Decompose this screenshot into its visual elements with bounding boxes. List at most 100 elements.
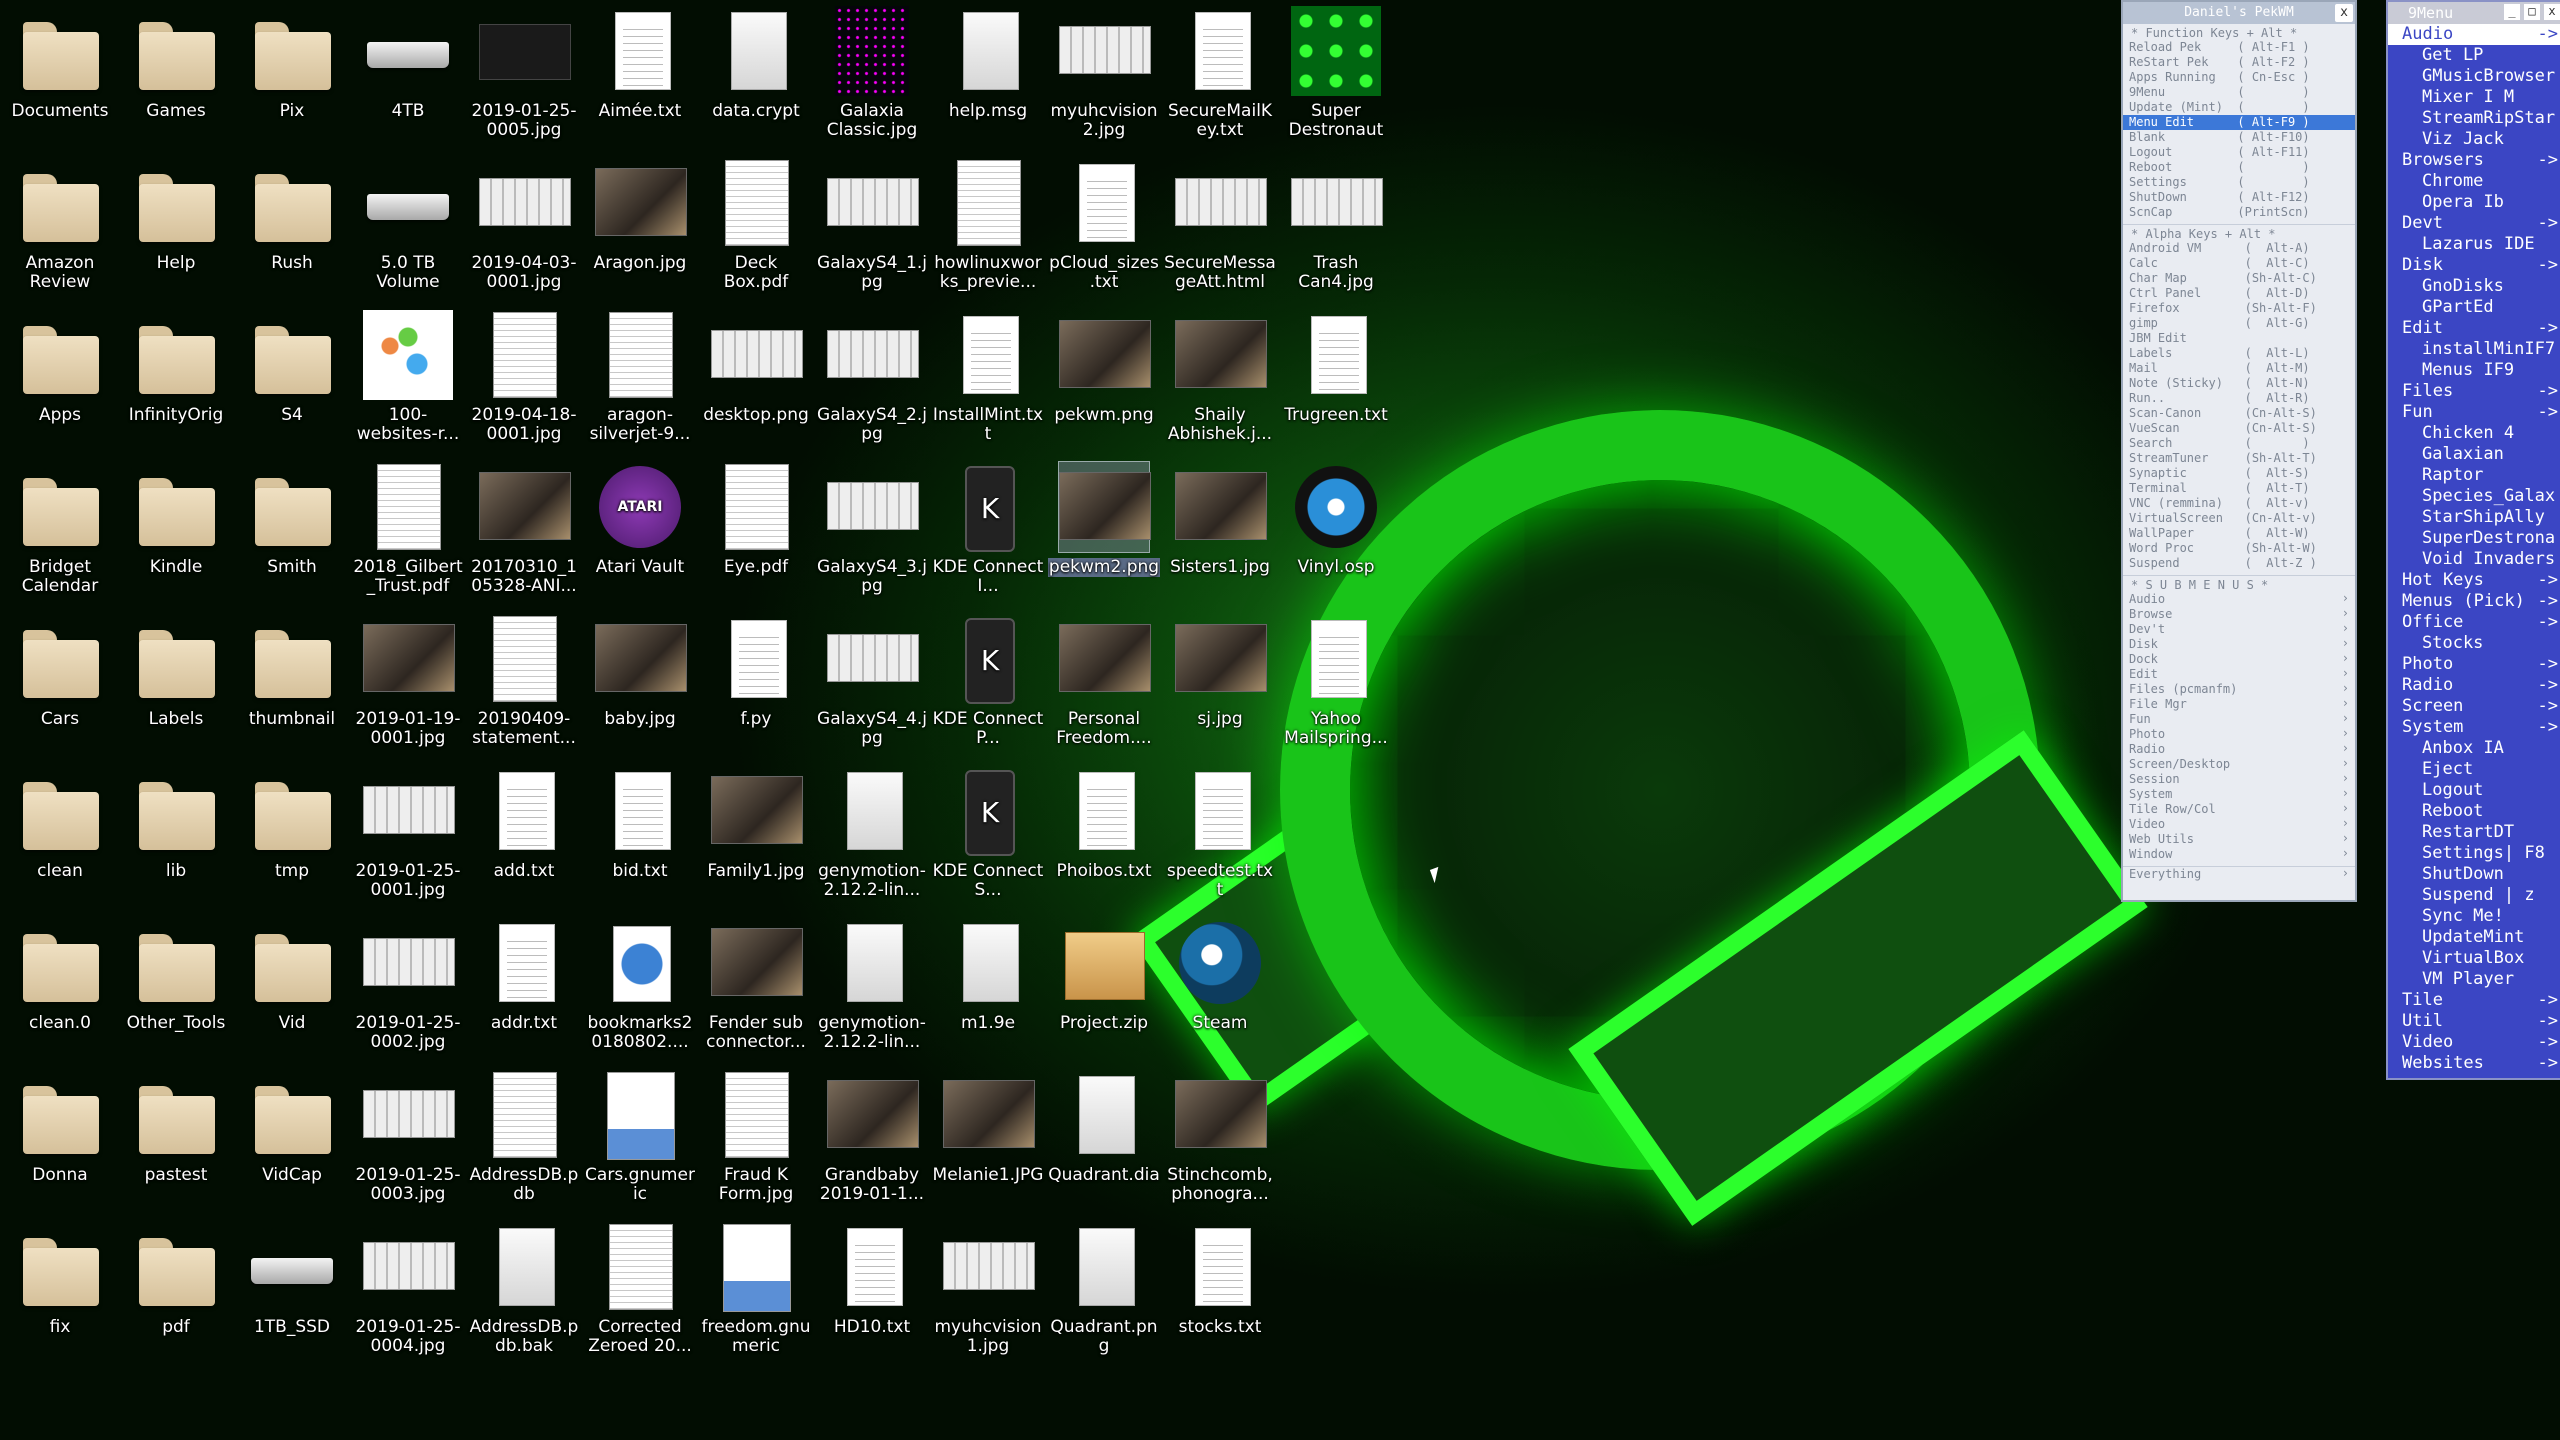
desktop-icon[interactable]: bid.txt <box>584 766 696 881</box>
maximize-icon[interactable]: □ <box>2524 4 2540 20</box>
desktop-icon[interactable]: Games <box>120 6 232 121</box>
nine-menu[interactable]: 9Menu _ □ x Audio -> Get LP GMusicBrowser Mi… <box>2386 0 2560 1080</box>
desktop-icon[interactable]: HD10.txt <box>816 1222 928 1337</box>
submenu-item[interactable]: Util -> <box>2388 1011 2560 1032</box>
desktop-icon[interactable]: Sisters1.jpg <box>1164 462 1276 577</box>
desktop-icon[interactable]: AddressDB.pdb.bak <box>468 1222 580 1356</box>
desktop-icon[interactable]: Project.zip <box>1048 918 1160 1033</box>
submenu-item[interactable]: Audio -> <box>2388 24 2560 45</box>
menu-item[interactable]: Suspend | z <box>2388 885 2560 906</box>
desktop-icon[interactable]: tmp <box>236 766 348 881</box>
desktop-icon[interactable]: freedom.gnumeric <box>700 1222 812 1356</box>
submenu-item[interactable]: Screen -> <box>2388 696 2560 717</box>
submenu-item[interactable]: Disk -> <box>2388 255 2560 276</box>
desktop-icon[interactable]: Cars <box>4 614 116 729</box>
desktop-icon[interactable]: InfinityOrig <box>120 310 232 425</box>
submenu-item[interactable]: Video -> <box>2388 1032 2560 1053</box>
submenu-item[interactable]: Browse <box>2123 606 2355 622</box>
menu-item[interactable]: StarShipAlly <box>2388 507 2560 528</box>
desktop-icon[interactable]: Labels <box>120 614 232 729</box>
desktop-icon[interactable]: Atari Vault <box>584 462 696 577</box>
menu-item[interactable]: Mail ( Alt-M) <box>2123 361 2355 376</box>
desktop-icon[interactable]: clean <box>4 766 116 881</box>
desktop-icon[interactable]: AddressDB.pdb <box>468 1070 580 1204</box>
menu-item[interactable]: Galaxian <box>2388 444 2560 465</box>
submenu-item[interactable]: Window <box>2123 846 2355 862</box>
menu-item[interactable]: VueScan (Cn-Alt-S) <box>2123 421 2355 436</box>
menu-item[interactable]: Menus IF9 <box>2388 360 2560 381</box>
submenu-item[interactable]: Fun <box>2123 711 2355 727</box>
desktop-icon[interactable]: 2019-01-25-0004.jpg <box>352 1222 464 1356</box>
submenu-item[interactable]: Disk <box>2123 636 2355 652</box>
submenu-item[interactable]: Browsers -> <box>2388 150 2560 171</box>
desktop-icon[interactable]: Help <box>120 158 232 273</box>
submenu-item[interactable]: Office -> <box>2388 612 2560 633</box>
desktop-icon[interactable]: 2019-01-25-0001.jpg <box>352 766 464 900</box>
menu-item[interactable]: Eject <box>2388 759 2560 780</box>
desktop-icon[interactable]: Personal Freedom.... <box>1048 614 1160 748</box>
pekwm-menu-titlebar[interactable]: Daniel's PekWM x <box>2123 2 2355 24</box>
desktop-icon[interactable]: 2019-01-19-0001.jpg <box>352 614 464 748</box>
menu-item[interactable]: Char Map (Sh-Alt-C) <box>2123 271 2355 286</box>
menu-item[interactable]: Mixer I M <box>2388 87 2560 108</box>
desktop-icon[interactable]: GalaxyS4_4.jpg <box>816 614 928 748</box>
menu-item[interactable]: Stocks <box>2388 633 2560 654</box>
submenu-item[interactable]: Dock <box>2123 651 2355 667</box>
submenu-item[interactable]: File Mgr <box>2123 696 2355 712</box>
desktop-icon[interactable]: 100-websites-r... <box>352 310 464 444</box>
close-icon[interactable]: x <box>2335 4 2353 22</box>
desktop-icon[interactable]: GalaxyS4_3.jpg <box>816 462 928 596</box>
menu-item[interactable]: Viz Jack <box>2388 129 2560 150</box>
desktop-icon[interactable]: Donna <box>4 1070 116 1185</box>
submenu-item[interactable]: Fun -> <box>2388 402 2560 423</box>
desktop-icon[interactable]: 4TB <box>352 6 464 121</box>
desktop-icon[interactable]: pastest <box>120 1070 232 1185</box>
desktop-icon[interactable]: thumbnail <box>236 614 348 729</box>
menu-item[interactable]: GPartEd <box>2388 297 2560 318</box>
desktop-icon[interactable]: Fender sub connector... <box>700 918 812 1052</box>
desktop-icon[interactable]: Eye.pdf <box>700 462 812 577</box>
desktop-icon[interactable]: GalaxyS4_2.jpg <box>816 310 928 444</box>
desktop-icon[interactable]: 2019-04-18-0001.jpg <box>468 310 580 444</box>
desktop-icon[interactable]: Smith <box>236 462 348 577</box>
desktop-icon[interactable]: m1.9e <box>932 918 1044 1033</box>
submenu-item[interactable]: Menus (Pick) -> <box>2388 591 2560 612</box>
menu-item[interactable]: VNC (remmina) ( Alt-v) <box>2123 496 2355 511</box>
desktop-icon[interactable]: Aragon.jpg <box>584 158 696 273</box>
desktop-icon[interactable]: KDE Connect P... <box>932 614 1044 748</box>
menu-item[interactable]: Apps Running ( Cn-Esc ) <box>2123 70 2355 85</box>
desktop-icon[interactable]: genymotion-2.12.2-lin... <box>816 766 928 900</box>
pekwm-menu[interactable]: Daniel's PekWM x * Function Keys + Alt *… <box>2121 0 2357 902</box>
desktop-icon[interactable]: 2019-01-25-0002.jpg <box>352 918 464 1052</box>
menu-item[interactable]: UpdateMint <box>2388 927 2560 948</box>
menu-item[interactable]: Update (Mint) ( ) <box>2123 100 2355 115</box>
menu-item[interactable]: GnoDisks <box>2388 276 2560 297</box>
menu-item-everything[interactable]: Everything <box>2123 866 2355 882</box>
desktop-icon[interactable]: Trash Can4.jpg <box>1280 158 1392 292</box>
desktop-icon[interactable]: pekwm2.png <box>1048 461 1160 577</box>
submenu-item[interactable]: Video <box>2123 816 2355 832</box>
menu-item[interactable]: 9Menu ( ) <box>2123 85 2355 100</box>
submenu-item[interactable]: Photo -> <box>2388 654 2560 675</box>
menu-item[interactable]: Raptor <box>2388 465 2560 486</box>
desktop-icon[interactable]: Yahoo Mailspring... <box>1280 614 1392 748</box>
desktop-icon[interactable]: InstallMint.txt <box>932 310 1044 444</box>
desktop-icon[interactable]: Kindle <box>120 462 232 577</box>
desktop-icon[interactable]: fix <box>4 1222 116 1337</box>
menu-item[interactable]: VM Player <box>2388 969 2560 990</box>
submenu-item[interactable]: Screen/Desktop <box>2123 756 2355 772</box>
desktop-icon[interactable]: Bridget Calendar <box>4 462 116 596</box>
menu-item[interactable]: GMusicBrowser <box>2388 66 2560 87</box>
desktop-icon[interactable]: Shaily Abhishek.j... <box>1164 310 1276 444</box>
menu-item[interactable]: Run.. ( Alt-R) <box>2123 391 2355 406</box>
menu-item[interactable]: JBM Edit <box>2123 331 2355 346</box>
close-icon[interactable]: x <box>2544 4 2560 20</box>
desktop-icon[interactable]: pdf <box>120 1222 232 1337</box>
desktop-icon[interactable]: KDE Connect I... <box>932 462 1044 596</box>
menu-item[interactable]: Menu Edit ( Alt-F9 ) <box>2123 115 2355 130</box>
desktop-icon[interactable]: Grandbaby 2019-01-1... <box>816 1070 928 1204</box>
desktop-icon[interactable]: Apps <box>4 310 116 425</box>
desktop-icon[interactable]: 20190409-statement... <box>468 614 580 748</box>
desktop-icon[interactable]: addr.txt <box>468 918 580 1033</box>
desktop-icon[interactable]: 2018_Gilbert_Trust.pdf <box>352 462 464 596</box>
